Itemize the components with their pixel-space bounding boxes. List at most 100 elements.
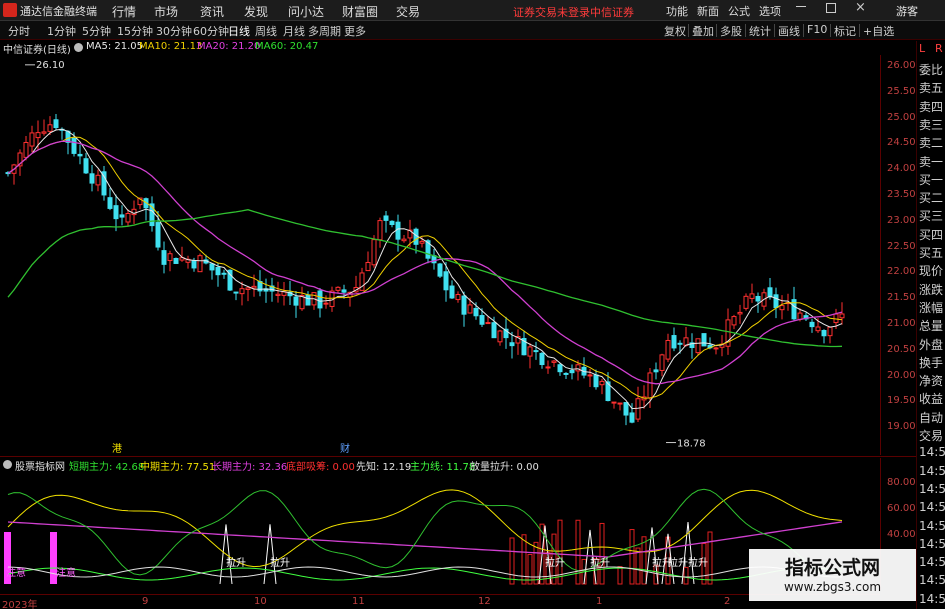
period-30min[interactable]: 30分钟 [156, 23, 192, 39]
toolbar-separator [716, 24, 717, 37]
candle-body [437, 263, 443, 277]
new-page-button[interactable]: 新面 [697, 3, 719, 19]
quote-field[interactable]: 卖三 [917, 116, 945, 133]
quote-field[interactable]: 买一 [917, 171, 945, 188]
candlestick-chart[interactable]: 26.10 18.78 港 财 [0, 55, 880, 455]
quote-field[interactable]: 收益 [917, 390, 945, 407]
candle-body [41, 131, 47, 134]
adjust-button[interactable]: 复权 [664, 23, 686, 39]
quote-field[interactable]: 总量 [917, 317, 945, 334]
main-force-label: 主力线: 11.78 [410, 462, 476, 473]
quote-field[interactable]: 买三 [917, 207, 945, 224]
indicator-settings-icon[interactable] [3, 460, 12, 469]
absorb-bar [683, 566, 689, 585]
candle-body [161, 250, 167, 265]
period-fenshi[interactable]: 分时 [8, 23, 30, 39]
period-weekly[interactable]: 周线 [255, 23, 277, 39]
quote-field[interactable]: 买四 [917, 226, 945, 243]
quote-field[interactable]: 卖二 [917, 134, 945, 151]
indicator-tick: 60.00 [887, 503, 916, 514]
panel-right-tab[interactable]: R [935, 42, 943, 55]
draw-line-button[interactable]: 画线 [778, 23, 800, 39]
settings-dot-icon[interactable] [74, 43, 83, 52]
minimize-icon[interactable] [796, 6, 806, 7]
surge-spike [538, 525, 552, 585]
period-monthly[interactable]: 月线 [283, 23, 305, 39]
quote-field[interactable]: 14:5 [917, 482, 945, 499]
multi-stock-button[interactable]: 多股 [720, 23, 742, 39]
menu-hangqing[interactable]: 行情 [112, 3, 136, 20]
statistics-button[interactable]: 统计 [749, 23, 771, 39]
period-daily[interactable]: 日线 [228, 23, 250, 39]
quote-field[interactable]: 14:5 [917, 445, 945, 462]
menu-faxian[interactable]: 发现 [244, 3, 268, 20]
candle-body [827, 326, 833, 337]
quote-field[interactable]: 卖五 [917, 79, 945, 96]
period-60min[interactable]: 60分钟 [193, 23, 229, 39]
quote-field[interactable]: 卖四 [917, 98, 945, 115]
menu-wenxiaoda[interactable]: 问小达 [288, 3, 324, 20]
quote-field[interactable]: 买二 [917, 189, 945, 206]
title-bar: 通达信金融终端 行情 市场 资讯 发现 问小达 财富圈 交易 证券交易未登录 中… [0, 0, 945, 21]
quote-field[interactable]: 14:5 [917, 592, 945, 609]
options-button[interactable]: 选项 [759, 3, 781, 19]
quote-field[interactable]: 交易 [917, 427, 945, 444]
period-1min[interactable]: 1分钟 [47, 23, 76, 39]
menu-caifuquan[interactable]: 财富圈 [342, 3, 378, 20]
menu-jiaoyi[interactable]: 交易 [396, 3, 420, 20]
menu-shichang[interactable]: 市场 [154, 3, 178, 20]
quote-field[interactable]: 涨幅 [917, 299, 945, 316]
indicator-annotation: 拉升 [226, 556, 246, 569]
candle-body [251, 285, 257, 289]
close-icon[interactable]: × [855, 0, 866, 15]
indicator-annotation: 注意 [6, 566, 26, 579]
quote-field[interactable]: 买五 [917, 244, 945, 261]
quote-field[interactable]: 14:5 [917, 537, 945, 554]
candle-body [419, 240, 425, 244]
quote-field[interactable]: 14:5 [917, 555, 945, 572]
bottom-absorb-label: 底部吸筹: 0.00 [286, 462, 355, 473]
quote-field[interactable]: 现价 [917, 262, 945, 279]
guest-label[interactable]: 游客 [896, 3, 918, 19]
quote-field[interactable]: 换手 [917, 354, 945, 371]
quote-field[interactable]: 14:5 [917, 519, 945, 536]
broker-name[interactable]: 中信证券 [590, 4, 634, 20]
quote-field[interactable]: 14:5 [917, 464, 945, 481]
quote-field[interactable]: 14:5 [917, 573, 945, 590]
period-15min[interactable]: 15分钟 [117, 23, 153, 39]
maximize-icon[interactable] [826, 3, 836, 13]
price-tick: 25.50 [887, 86, 916, 97]
quote-field[interactable]: 卖一 [917, 153, 945, 170]
candle-body [83, 158, 89, 174]
price-tick: 21.00 [887, 318, 916, 329]
quote-field[interactable]: 14:5 [917, 500, 945, 517]
quote-field[interactable]: 涨跌 [917, 281, 945, 298]
quote-field[interactable]: 自动 [917, 409, 945, 426]
candle-body [623, 402, 629, 416]
f10-button[interactable]: F10 [807, 23, 827, 36]
login-warning[interactable]: 证券交易未登录 [513, 4, 590, 20]
quote-field[interactable]: 外盘 [917, 336, 945, 353]
indicator-chart[interactable]: 注意 注意拉升 拉升 拉升 拉升 拉升拉升 拉升 [0, 472, 880, 590]
menu-zixun[interactable]: 资讯 [200, 3, 224, 20]
candle-body [317, 290, 323, 309]
quote-field[interactable]: 净资 [917, 372, 945, 389]
indicator-annotation: 拉升 [668, 556, 688, 569]
candle-body [839, 313, 845, 319]
period-multi[interactable]: 多周期 [308, 23, 341, 39]
candle-body [335, 286, 341, 291]
period-5min[interactable]: 5分钟 [82, 23, 111, 39]
watermark-title: 指标公式网 [784, 557, 880, 579]
formula-button[interactable]: 公式 [728, 3, 750, 19]
period-more[interactable]: 更多 [344, 23, 366, 39]
candle-body [191, 260, 197, 269]
function-button[interactable]: 功能 [666, 3, 688, 19]
overlay-button[interactable]: 叠加 [692, 23, 714, 39]
candle-body [233, 291, 239, 294]
panel-left-tab[interactable]: L [919, 42, 925, 55]
date-tick: 1 [596, 596, 603, 607]
quote-field[interactable]: 委比 [917, 61, 945, 78]
mark-button[interactable]: 标记 [834, 23, 856, 39]
candle-body [485, 322, 491, 325]
add-favorite-button[interactable]: +自选 [863, 23, 894, 39]
